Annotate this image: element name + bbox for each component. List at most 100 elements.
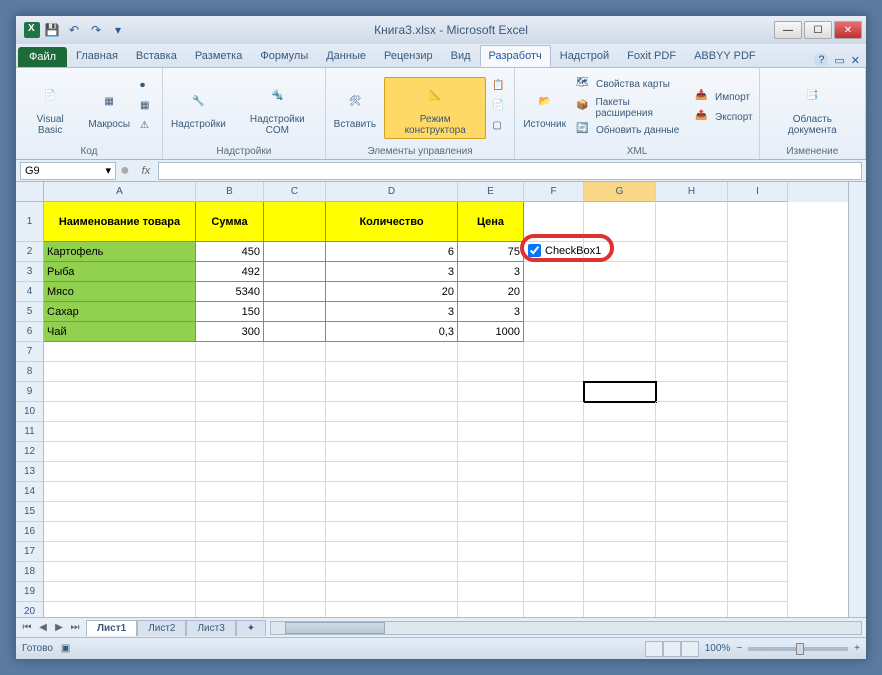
cell[interactable] <box>584 322 656 342</box>
undo-button[interactable]: ↶ <box>64 20 84 40</box>
xml-expansion-packs-button[interactable]: 📦Пакеты расширения <box>574 96 689 120</box>
vertical-scrollbar[interactable] <box>848 182 866 617</box>
cell[interactable] <box>264 542 326 562</box>
cell[interactable] <box>458 422 524 442</box>
cell[interactable] <box>326 582 458 602</box>
close-button[interactable]: ✕ <box>834 21 862 39</box>
cell[interactable] <box>524 482 584 502</box>
cell[interactable] <box>584 582 656 602</box>
cell[interactable] <box>728 482 788 502</box>
namebox-dropdown-icon[interactable]: ▾ <box>105 164 111 177</box>
cell[interactable] <box>728 282 788 302</box>
view-normal-button[interactable] <box>645 641 663 657</box>
properties-button[interactable]: 📋 <box>490 79 510 97</box>
cell[interactable] <box>196 522 264 542</box>
tab-developer[interactable]: Разработч <box>480 45 551 67</box>
cell[interactable] <box>326 362 458 382</box>
cell[interactable] <box>728 542 788 562</box>
cell[interactable] <box>326 402 458 422</box>
col-header-G[interactable]: G <box>584 182 656 202</box>
cell[interactable] <box>44 422 196 442</box>
sheet-tab-3[interactable]: Лист3 <box>186 620 235 636</box>
cell[interactable] <box>196 342 264 362</box>
ribbon-minimize-icon[interactable]: ▭ <box>834 54 844 67</box>
cell[interactable] <box>196 442 264 462</box>
cell[interactable] <box>524 462 584 482</box>
zoom-in-button[interactable]: + <box>854 643 860 654</box>
cell[interactable] <box>584 602 656 617</box>
formula-input[interactable] <box>158 162 862 180</box>
cell[interactable] <box>584 482 656 502</box>
cell[interactable]: Рыба <box>44 262 196 282</box>
cell[interactable] <box>524 342 584 362</box>
row-header[interactable]: 17 <box>16 542 44 562</box>
cell[interactable] <box>524 382 584 402</box>
cell[interactable] <box>264 422 326 442</box>
cell[interactable] <box>264 462 326 482</box>
cell[interactable] <box>264 242 326 262</box>
cell[interactable] <box>656 382 728 402</box>
cell[interactable] <box>44 442 196 462</box>
cell[interactable] <box>44 482 196 502</box>
cell[interactable] <box>264 342 326 362</box>
cell[interactable] <box>196 422 264 442</box>
cell[interactable] <box>264 522 326 542</box>
cell[interactable] <box>264 442 326 462</box>
cell[interactable]: 0,3 <box>326 322 458 342</box>
cell[interactable] <box>196 542 264 562</box>
cell[interactable]: 450 <box>196 242 264 262</box>
addins-button[interactable]: 🔧Надстройки <box>167 83 230 132</box>
cell[interactable] <box>264 362 326 382</box>
record-macro-button[interactable]: ⏺ <box>138 79 158 97</box>
cell[interactable] <box>656 282 728 302</box>
cell[interactable] <box>524 442 584 462</box>
cell[interactable] <box>326 342 458 362</box>
cell[interactable] <box>584 342 656 362</box>
cell[interactable] <box>656 242 728 262</box>
cell[interactable] <box>524 522 584 542</box>
cell[interactable] <box>326 502 458 522</box>
com-addins-button[interactable]: 🔩Надстройки COM <box>234 78 321 138</box>
maximize-button[interactable]: ☐ <box>804 21 832 39</box>
row-header[interactable]: 19 <box>16 582 44 602</box>
sheet-last-icon[interactable]: ⏭ <box>68 622 82 633</box>
design-mode-button[interactable]: 📐Режим конструктора <box>384 77 486 139</box>
cell-C1[interactable] <box>264 202 326 242</box>
cell[interactable] <box>728 522 788 542</box>
cell[interactable] <box>44 402 196 422</box>
cell[interactable] <box>326 482 458 502</box>
cell[interactable]: 1000 <box>458 322 524 342</box>
cell[interactable] <box>728 322 788 342</box>
cell[interactable]: 3 <box>458 262 524 282</box>
tab-layout[interactable]: Разметка <box>186 45 252 67</box>
minimize-button[interactable]: — <box>774 21 802 39</box>
cell[interactable] <box>656 502 728 522</box>
cell[interactable] <box>728 302 788 322</box>
cell[interactable] <box>458 602 524 617</box>
cell[interactable] <box>728 262 788 282</box>
select-all-corner[interactable] <box>16 182 44 202</box>
cell[interactable] <box>458 542 524 562</box>
cell[interactable] <box>44 562 196 582</box>
cell[interactable]: Сахар <box>44 302 196 322</box>
cell[interactable]: Чай <box>44 322 196 342</box>
cell[interactable]: 3 <box>326 302 458 322</box>
cell[interactable] <box>458 442 524 462</box>
cell[interactable] <box>458 482 524 502</box>
cell[interactable] <box>584 302 656 322</box>
col-header-A[interactable]: A <box>44 182 196 202</box>
cell[interactable] <box>264 402 326 422</box>
cell[interactable] <box>326 462 458 482</box>
cell-E1[interactable]: Цена <box>458 202 524 242</box>
cell[interactable] <box>264 602 326 617</box>
tab-formulas[interactable]: Формулы <box>251 45 317 67</box>
cell[interactable] <box>196 382 264 402</box>
cell-G9-selected[interactable] <box>584 382 656 402</box>
cell[interactable]: 20 <box>458 282 524 302</box>
cell[interactable] <box>458 382 524 402</box>
cell[interactable] <box>524 542 584 562</box>
cell[interactable] <box>264 562 326 582</box>
col-header-F[interactable]: F <box>524 182 584 202</box>
tab-foxit[interactable]: Foxit PDF <box>618 45 685 67</box>
cell[interactable] <box>584 542 656 562</box>
